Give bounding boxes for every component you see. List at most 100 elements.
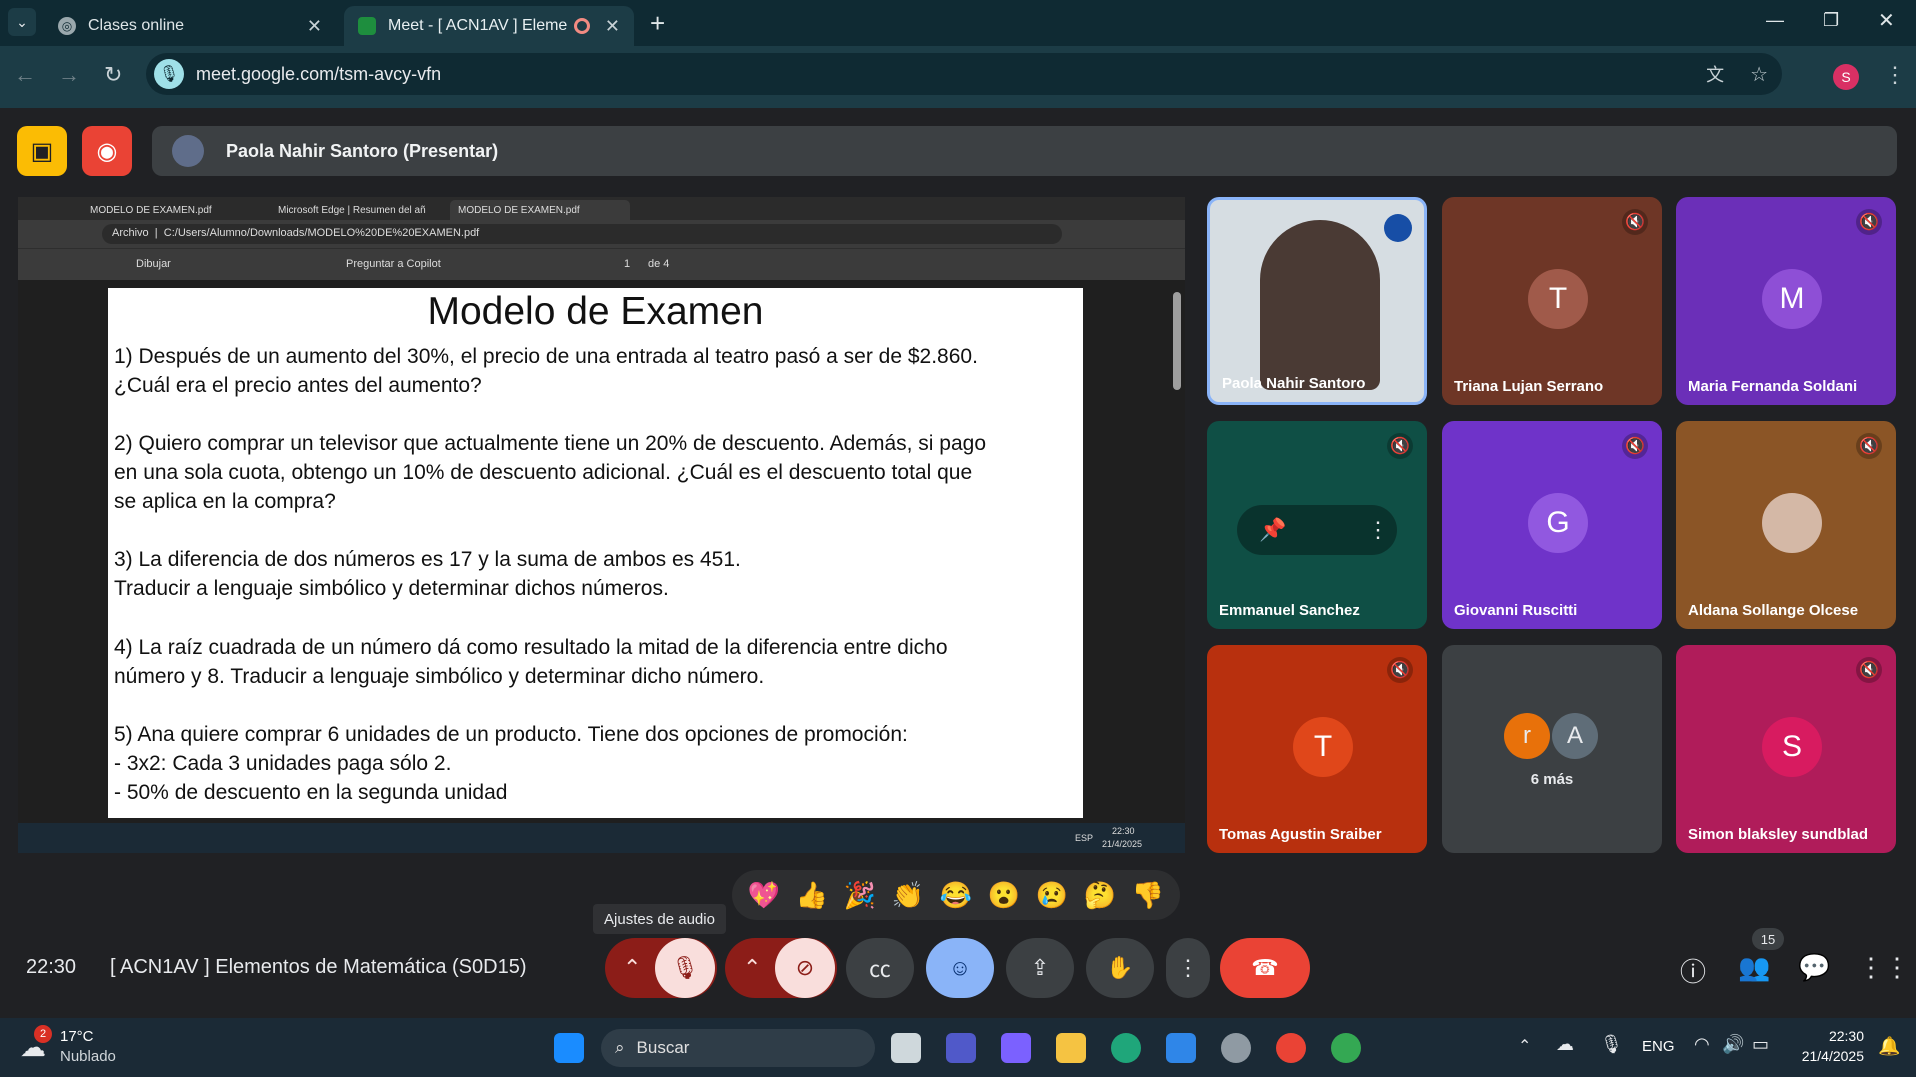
tab-clases-online[interactable]: ◎ Clases online ✕: [44, 6, 336, 46]
more-participants-tile[interactable]: r A 6 más: [1442, 645, 1662, 853]
back-button[interactable]: ←: [14, 62, 36, 88]
recording-button[interactable]: ◉: [82, 126, 132, 176]
reactions-button[interactable]: ☺: [926, 938, 994, 998]
restore-button[interactable]: ❐: [1823, 10, 1839, 31]
tab-search-button[interactable]: ⌄: [8, 8, 36, 36]
pdf-line: 5) Ana quiere comprar 6 unidades de un p…: [114, 723, 908, 746]
participant-tile[interactable]: Paola Nahir Santoro: [1207, 197, 1427, 405]
reaction-sad[interactable]: 😢: [1036, 880, 1068, 911]
file-explorer-icon[interactable]: [1056, 1033, 1086, 1063]
start-menu-icon[interactable]: [554, 1033, 584, 1063]
system-time[interactable]: 22:30: [1796, 1028, 1864, 1044]
notification-icon[interactable]: 🔔: [1878, 1036, 1900, 1057]
present-screen-icon: ⇪: [1030, 955, 1050, 980]
volume-icon[interactable]: 🔊: [1722, 1034, 1744, 1055]
avatar: r: [1504, 713, 1550, 759]
weather-temperature: 17°C: [60, 1028, 94, 1045]
mic-off-icon: 🔇: [1856, 209, 1882, 235]
tile-more-options-icon[interactable]: ⋮: [1367, 517, 1389, 543]
globe-icon: ◎: [58, 17, 76, 35]
reaction-thumbs-up[interactable]: 👍: [796, 880, 828, 911]
reaction-thumbs-down[interactable]: 👎: [1132, 880, 1164, 911]
close-icon[interactable]: ✕: [605, 16, 620, 37]
presenter-avatar: [172, 135, 204, 167]
leave-call-button[interactable]: ☎: [1220, 938, 1310, 998]
store-icon[interactable]: [1166, 1033, 1196, 1063]
raise-hand-button[interactable]: ✋: [1086, 938, 1154, 998]
new-tab-button[interactable]: +: [650, 8, 665, 39]
participant-name: Paola Nahir Santoro: [1222, 375, 1366, 392]
participant-name: Triana Lujan Serrano: [1454, 378, 1604, 395]
input-language[interactable]: ENG: [1642, 1038, 1675, 1055]
system-date[interactable]: 21/4/2025: [1790, 1048, 1864, 1064]
browser-menu-icon[interactable]: ⋮: [1884, 62, 1906, 88]
chat-icon[interactable]: 💬: [1798, 952, 1830, 983]
activities-icon[interactable]: ⋮⋮: [1858, 952, 1910, 983]
more-options-button[interactable]: ⋮: [1166, 938, 1210, 998]
presenter-label: Paola Nahir Santoro (Presentar): [226, 140, 499, 161]
reaction-heart[interactable]: 💖: [748, 880, 780, 911]
chrome-icon[interactable]: [1276, 1033, 1306, 1063]
window-close-button[interactable]: ✕: [1878, 8, 1895, 33]
reaction-thinking[interactable]: 🤔: [1084, 880, 1116, 911]
taskbar-search[interactable]: ⌕ Buscar: [601, 1029, 875, 1067]
participant-tile[interactable]: S 🔇 Simon blaksley sundblad: [1676, 645, 1896, 853]
pdf-line: 4) La raíz cuadrada de un número dá como…: [114, 636, 948, 659]
reaction-surprise[interactable]: 😮: [988, 880, 1020, 911]
bookmark-star-icon[interactable]: ☆: [1750, 62, 1768, 87]
reaction-laugh[interactable]: 😂: [940, 880, 972, 911]
reload-button[interactable]: ↻: [104, 62, 122, 88]
microphone-icon[interactable]: 🎙: [154, 59, 184, 89]
pdf-line: número y 8. Traducir a lenguaje simbólic…: [114, 665, 765, 688]
teams-icon[interactable]: [946, 1033, 976, 1063]
address-bar[interactable]: 🎙 meet.google.com/tsm-avcy-vfn 文 ☆: [146, 53, 1782, 95]
participant-tile[interactable]: M 🔇 Maria Fernanda Soldani: [1676, 197, 1896, 405]
tray-chevron-icon[interactable]: ⌃: [1518, 1036, 1531, 1056]
reaction-party[interactable]: 🎉: [844, 880, 876, 911]
battery-icon[interactable]: ▭: [1752, 1034, 1769, 1055]
participant-tile[interactable]: 📌 ⋮ 🔇 Emmanuel Sanchez: [1207, 421, 1427, 629]
camera-toggle-button[interactable]: ⊘: [775, 938, 835, 998]
profile-avatar[interactable]: S: [1833, 64, 1859, 90]
shared-screen: MODELO DE EXAMEN.pdf Microsoft Edge | Re…: [18, 197, 1185, 853]
participant-tile[interactable]: T 🔇 Triana Lujan Serrano: [1442, 197, 1662, 405]
reaction-clap[interactable]: 👏: [892, 880, 924, 911]
tab-meet[interactable]: Meet - [ ACN1AV ] Element ✕: [344, 6, 634, 46]
chrome-profile-icon[interactable]: [1331, 1033, 1361, 1063]
edge-icon[interactable]: [1111, 1033, 1141, 1063]
settings-icon[interactable]: [1221, 1033, 1251, 1063]
captions-button[interactable]: ㏄: [846, 938, 914, 998]
participant-tile[interactable]: T 🔇 Tomas Agustin Sraiber: [1207, 645, 1427, 853]
meeting-info-icon[interactable]: ⓘ: [1680, 952, 1706, 989]
page-total: de 4: [648, 258, 670, 270]
participant-tile[interactable]: G 🔇 Giovanni Ruscitti: [1442, 421, 1662, 629]
pdf-line: en una sola cuota, obtengo un 10% de des…: [114, 461, 973, 484]
pdf-page: Modelo de Examen 1) Después de un aument…: [108, 288, 1083, 818]
weather-description: Nublado: [60, 1048, 116, 1065]
copilot-icon[interactable]: [1001, 1033, 1031, 1063]
camera-off-icon: ⊘: [795, 955, 815, 980]
participant-tile[interactable]: 🔇 Aldana Sollange Olcese: [1676, 421, 1896, 629]
task-view-icon[interactable]: [891, 1033, 921, 1063]
wifi-icon[interactable]: ◠: [1694, 1034, 1710, 1055]
translate-icon[interactable]: 文: [1706, 61, 1724, 87]
mic-off-icon: 🔇: [1387, 657, 1413, 683]
participant-name: Tomas Agustin Sraiber: [1219, 826, 1382, 843]
mic-tray-icon[interactable]: 🎙: [1600, 1034, 1623, 1055]
present-button[interactable]: ⇪: [1006, 938, 1074, 998]
people-count-badge: 15: [1752, 928, 1784, 950]
copilot-label: Preguntar a Copilot: [346, 258, 441, 270]
pdf-line: ¿Cuál era el precio antes del aumento?: [114, 374, 482, 397]
close-icon[interactable]: ✕: [307, 16, 322, 37]
minimize-button[interactable]: —: [1766, 10, 1784, 31]
forward-button[interactable]: →: [58, 62, 80, 88]
people-icon[interactable]: 👥: [1738, 952, 1770, 983]
hand-icon: ✋: [1106, 955, 1134, 980]
shared-time: 22:30: [1112, 826, 1135, 836]
onedrive-icon[interactable]: ☁: [1556, 1034, 1574, 1055]
pin-icon[interactable]: 📌: [1259, 517, 1286, 543]
microphone-toggle-button[interactable]: 🎙: [655, 938, 715, 998]
hide-presentation-button[interactable]: ▣: [17, 126, 67, 176]
browser-toolbar: ← → ↻ 🎙 meet.google.com/tsm-avcy-vfn 文 ☆…: [0, 46, 1916, 108]
pdf-line: 2) Quiero comprar un televisor que actua…: [114, 432, 987, 455]
